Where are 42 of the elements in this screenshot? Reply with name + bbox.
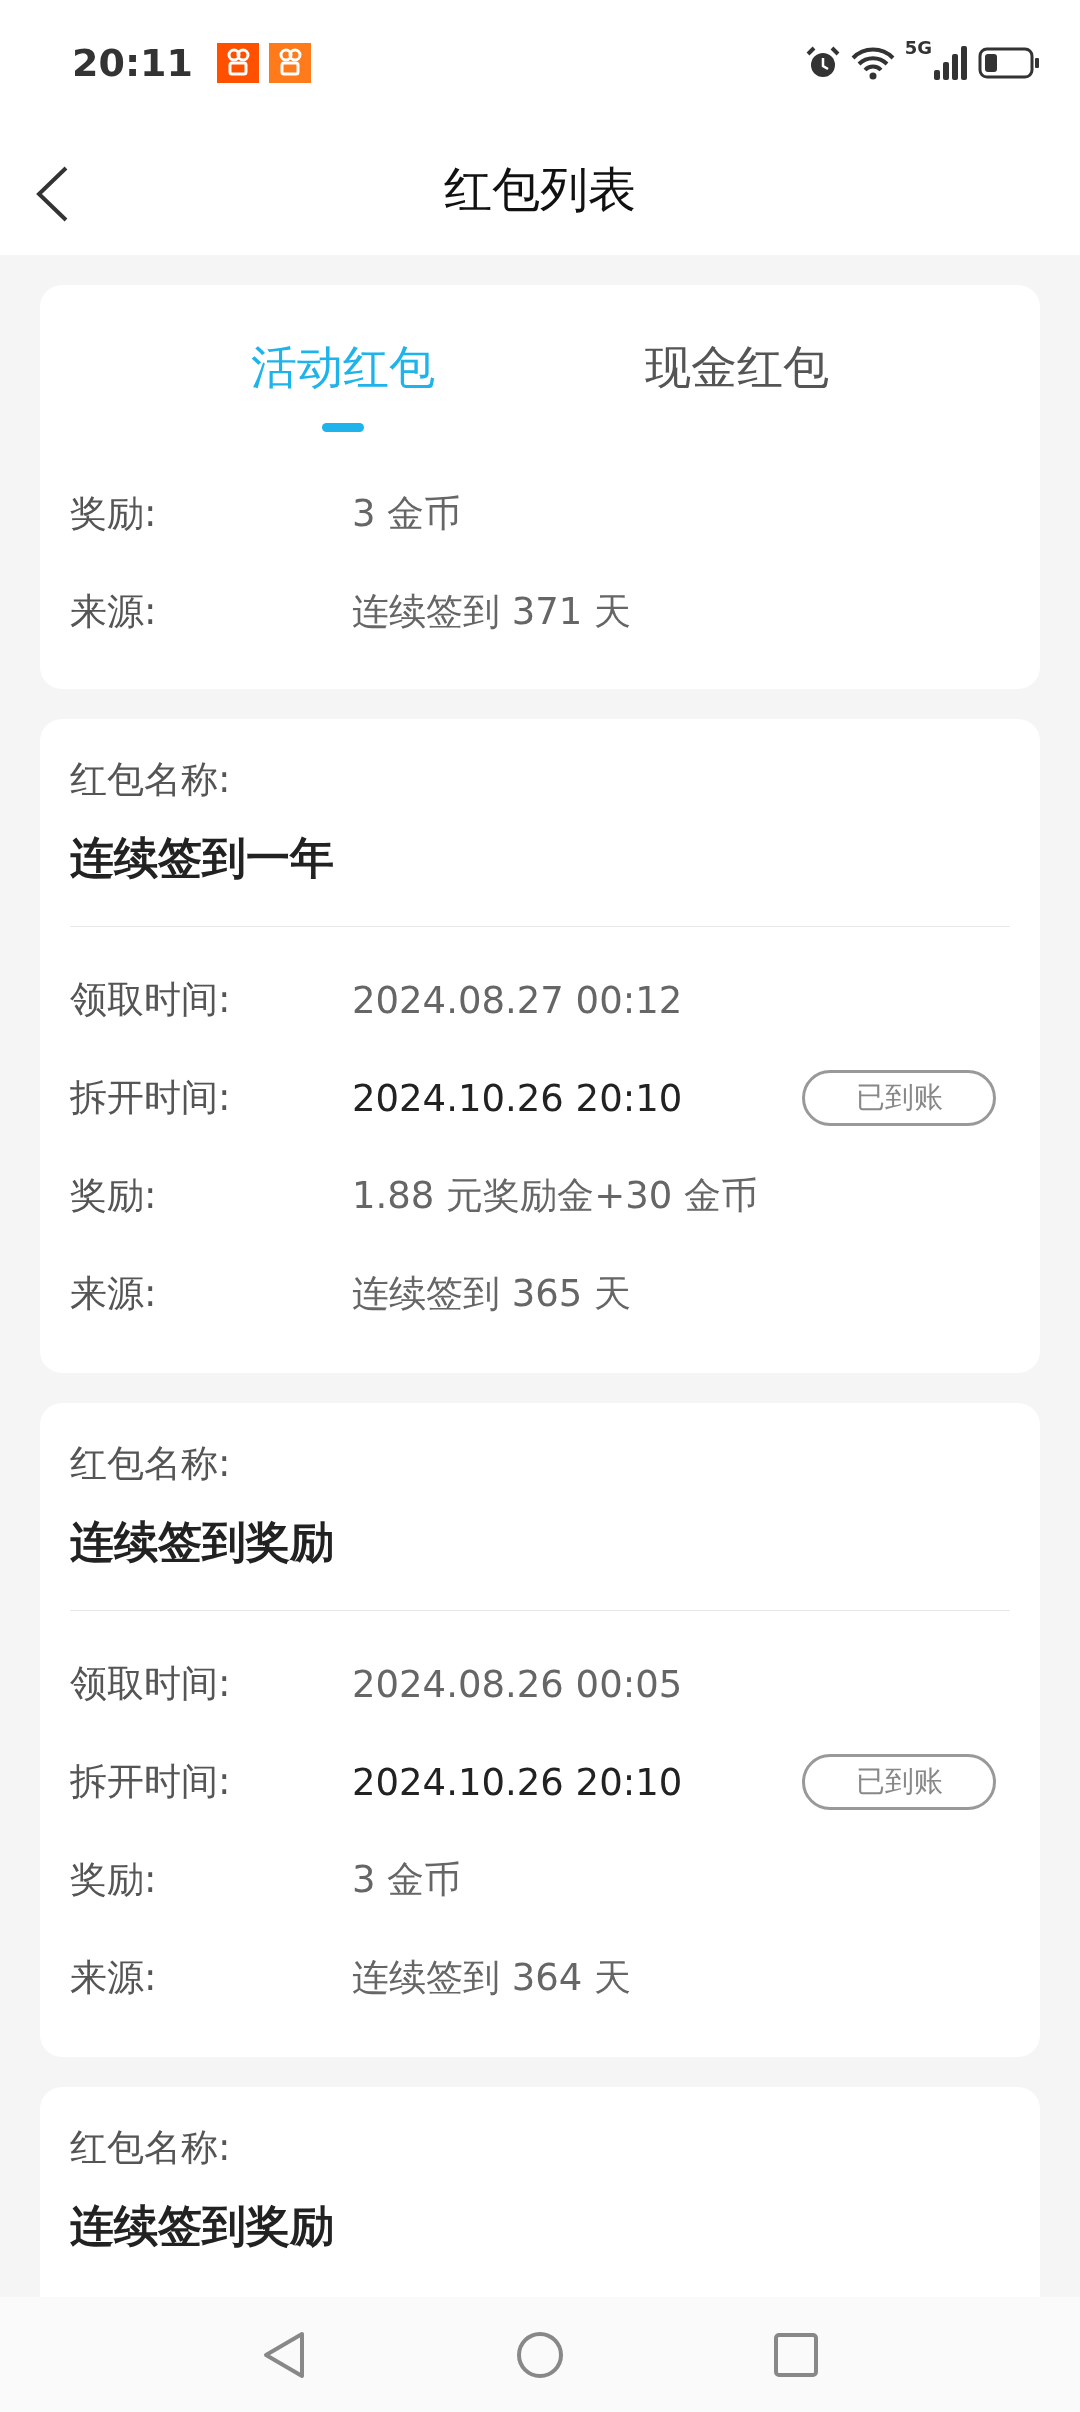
back-nav-icon[interactable] — [262, 2330, 306, 2379]
field-label: 来源: — [70, 1955, 158, 2001]
field-value: 2024.08.26 00:05 — [352, 1662, 684, 1706]
tab[interactable]: 现金红包 — [645, 337, 829, 399]
field-value: 2024.10.26 20:10 — [352, 1076, 684, 1120]
reward-name: 连续签到一年 — [70, 831, 334, 885]
app-icon — [268, 42, 311, 83]
network-type: 5G — [904, 36, 932, 58]
reward-name: 连续签到奖励 — [70, 1515, 334, 1569]
field-label: 奖励: — [70, 1173, 158, 1219]
reward-name: 连续签到奖励 — [70, 2199, 334, 2253]
field-value: 2024.10.26 20:10 — [352, 1760, 684, 1804]
app-icon — [216, 42, 259, 83]
status-time: 20:11 — [72, 40, 193, 85]
field-value: 3 金币 — [352, 1857, 463, 1903]
back-icon[interactable] — [34, 165, 70, 223]
battery-icon — [978, 45, 1040, 80]
page-title: 红包列表 — [444, 160, 636, 219]
field-label: 奖励: — [70, 491, 158, 537]
signal-icon — [934, 45, 968, 80]
tab-indicator — [322, 423, 364, 432]
home-icon[interactable] — [516, 2330, 564, 2379]
field-value: 连续签到 364 天 — [352, 1955, 633, 2001]
status-badge: 已到账 — [802, 1070, 996, 1126]
recents-icon[interactable] — [774, 2332, 818, 2377]
field-label: 红包名称: — [70, 757, 232, 803]
field-label: 领取时间: — [70, 1661, 232, 1707]
field-value: 3 金币 — [352, 491, 463, 537]
field-label: 拆开时间: — [70, 1759, 232, 1805]
status-badge: 已到账 — [802, 1754, 996, 1810]
field-label: 领取时间: — [70, 977, 232, 1023]
field-label: 来源: — [70, 589, 158, 635]
wifi-icon — [850, 45, 895, 80]
field-value: 1.88 元奖励金+30 金币 — [352, 1173, 759, 1219]
field-label: 奖励: — [70, 1857, 158, 1903]
field-label: 来源: — [70, 1271, 158, 1317]
field-label: 拆开时间: — [70, 1075, 232, 1121]
field-value: 连续签到 365 天 — [352, 1271, 633, 1317]
field-value: 2024.08.27 00:12 — [352, 978, 684, 1022]
field-label: 红包名称: — [70, 1441, 232, 1487]
field-value: 连续签到 371 天 — [352, 589, 633, 635]
field-label: 红包名称: — [70, 2125, 232, 2171]
